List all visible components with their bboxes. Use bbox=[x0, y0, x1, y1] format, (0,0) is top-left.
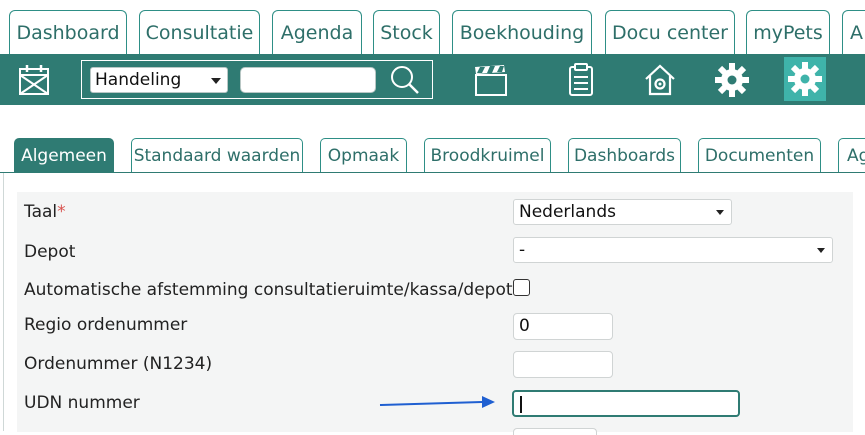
regio-input[interactable]: 0 bbox=[513, 313, 613, 340]
search-group: Handeling bbox=[81, 60, 433, 99]
settings-tabs: Algemeen Standaard waarden Opmaak Broodk… bbox=[0, 138, 865, 172]
tab-dashboard[interactable]: Dashboard bbox=[9, 10, 127, 54]
tab-dashboards[interactable]: Dashboards bbox=[568, 138, 681, 172]
toolbar: Handeling bbox=[0, 54, 865, 105]
taal-label: Taal* bbox=[24, 202, 66, 222]
chevron-down-icon bbox=[817, 248, 825, 253]
taal-value: Nederlands bbox=[519, 202, 616, 222]
tab-opmaak[interactable]: Opmaak bbox=[320, 138, 407, 172]
search-icon[interactable] bbox=[388, 64, 422, 96]
gear-icon[interactable] bbox=[710, 58, 754, 102]
next-field-input[interactable] bbox=[513, 428, 597, 435]
settings-gear-icon[interactable] bbox=[784, 57, 826, 101]
regio-value: 0 bbox=[519, 316, 530, 336]
tab-mypets[interactable]: myPets bbox=[746, 10, 830, 54]
depot-value: - bbox=[519, 240, 526, 260]
tab-broodkruimel[interactable]: Broodkruimel bbox=[424, 138, 551, 172]
depot-label: Depot bbox=[24, 242, 76, 262]
depot-select[interactable]: - bbox=[513, 237, 833, 263]
tab-stock[interactable]: Stock bbox=[373, 10, 440, 54]
clipboard-icon[interactable] bbox=[558, 58, 602, 102]
tab-algemeen[interactable]: Algemeen bbox=[14, 138, 114, 172]
ordenummer-input[interactable] bbox=[513, 351, 613, 378]
required-marker: * bbox=[57, 202, 66, 222]
text-cursor bbox=[520, 396, 522, 413]
tab-more[interactable]: A bbox=[842, 10, 865, 54]
udn-label: UDN nummer bbox=[24, 393, 140, 413]
house-gear-icon[interactable] bbox=[638, 58, 682, 102]
regio-label: Regio ordenummer bbox=[24, 315, 188, 335]
udn-input[interactable] bbox=[512, 390, 740, 417]
main-nav: Dashboard Consultatie Agenda Stock Boekh… bbox=[0, 0, 865, 54]
taal-label-text: Taal bbox=[24, 202, 58, 222]
tab-standaard-waarden[interactable]: Standaard waarden bbox=[131, 138, 303, 172]
tab-boekhouding[interactable]: Boekhouding bbox=[452, 10, 592, 54]
search-input[interactable] bbox=[240, 67, 376, 93]
tab-docu-center[interactable]: Docu center bbox=[605, 10, 735, 54]
tab-agenda[interactable]: Agenda bbox=[272, 10, 362, 54]
auto-match-checkbox[interactable] bbox=[513, 279, 530, 296]
auto-match-label: Automatische afstemming consultatieruimt… bbox=[24, 280, 513, 300]
tab-documenten[interactable]: Documenten bbox=[698, 138, 821, 172]
taal-select[interactable]: Nederlands bbox=[513, 199, 732, 225]
calendar-icon[interactable] bbox=[12, 58, 56, 102]
ordenummer-label: Ordenummer (N1234) bbox=[24, 354, 213, 374]
arrow-icon bbox=[379, 396, 495, 408]
tab-more-sub[interactable]: Ag bbox=[838, 138, 865, 172]
clapperboard-icon[interactable] bbox=[468, 58, 512, 102]
chevron-down-icon bbox=[211, 78, 221, 84]
chevron-down-icon bbox=[716, 210, 724, 215]
search-type-select[interactable]: Handeling bbox=[90, 67, 228, 93]
tab-consultatie[interactable]: Consultatie bbox=[139, 10, 260, 54]
search-type-value: Handeling bbox=[95, 70, 182, 90]
